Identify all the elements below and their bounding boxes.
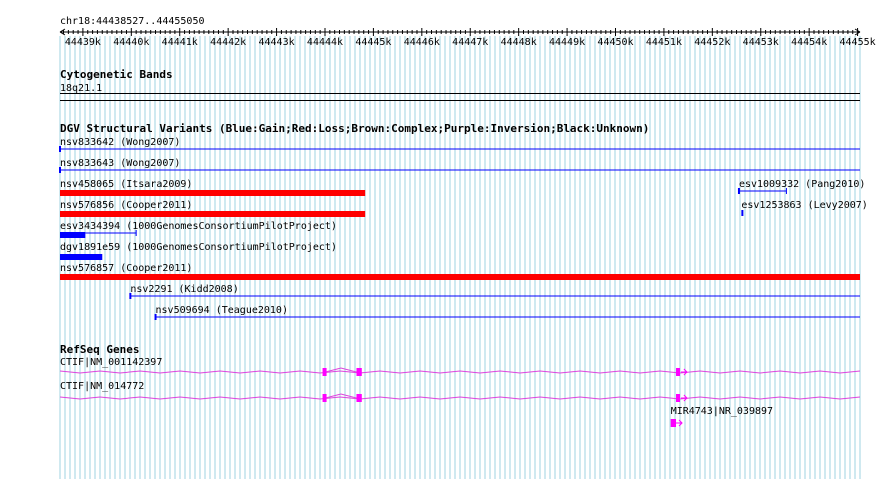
gene-exon <box>670 419 677 427</box>
gene-exon <box>322 394 327 402</box>
ruler-tick-label: 44451k <box>646 37 682 48</box>
gene-strand-arrow <box>680 368 688 376</box>
dgv-feature-tick <box>741 210 744 216</box>
dgv-feature-label: nsv576857 (Cooper2011) <box>60 263 192 274</box>
ruler-tick-label: 44444k <box>307 37 343 48</box>
ruler-tick-label: 44447k <box>452 37 488 48</box>
dgv-feature-label: esv3434394 (1000GenomesConsortiumPilotPr… <box>60 221 337 232</box>
dgv-feature-label: nsv833643 (Wong2007) <box>60 158 180 169</box>
gene-exon <box>676 368 681 376</box>
ruler-tick-label: 44453k <box>743 37 779 48</box>
cytoband-track-title: Cytogenetic Bands <box>60 68 173 81</box>
gene-label: CTIF|NM_014772 <box>60 381 144 392</box>
ruler-tick-label: 44441k <box>162 37 198 48</box>
ruler-tick-label: 44449k <box>549 37 585 48</box>
dgv-feature-label: nsv576856 (Cooper2011) <box>60 200 192 211</box>
ruler-tick-label: 44443k <box>259 37 295 48</box>
dgv-feature-label: nsv509694 (Teague2010) <box>156 305 288 316</box>
gene-exon <box>676 394 681 402</box>
dgv-track: DGV Structural Variants (Blue:Gain;Red:L… <box>59 122 868 320</box>
ruler-tick-label: 44448k <box>501 37 537 48</box>
dgv-loss-bar <box>60 190 366 196</box>
dgv-loss-bar <box>60 211 366 217</box>
ruler-tick-label: 44450k <box>597 37 633 48</box>
ruler-tick-label: 44455k <box>840 37 876 48</box>
dgv-feature-label: nsv2291 (Kidd2008) <box>130 284 238 295</box>
cytoband-track-bottom-line <box>60 100 860 101</box>
gene-label: CTIF|NM_001142397 <box>60 357 162 368</box>
dgv-feature-label: nsv458065 (Itsara2009) <box>60 179 192 190</box>
dgv-track-title: DGV Structural Variants (Blue:Gain;Red:L… <box>60 122 649 135</box>
dgv-loss-bar <box>60 274 860 280</box>
ruler-tick-label: 44439k <box>65 37 101 48</box>
location-label: chr18:44438527..44455050 <box>60 16 205 27</box>
gene-exon <box>322 368 327 376</box>
ruler-tick-label: 44452k <box>694 37 730 48</box>
genome-browser-panel: chr18:44438527..44455050 44439k 44440k 444… <box>59 16 876 479</box>
coordinate-ruler: chr18:44438527..44455050 44439k 44440k 444… <box>59 16 876 48</box>
dgv-gain-bar <box>60 254 103 260</box>
ruler-tick-label: 44446k <box>404 37 440 48</box>
dgv-feature-label: nsv833642 (Wong2007) <box>60 137 180 148</box>
dgv-feature-label: esv1009332 (Pang2010) <box>739 179 865 190</box>
gene-label: MIR4743|NR_039897 <box>671 406 773 417</box>
cytoband-label: 18q21.1 <box>60 83 102 94</box>
dgv-feature-label: esv1253863 (Levy2007) <box>741 200 867 211</box>
gene-exon <box>356 394 362 402</box>
dgv-feature-label: dgv1891e59 (1000GenomesConsortiumPilotPr… <box>60 242 337 253</box>
gene-strand-arrow <box>676 419 683 427</box>
ruler-tick-label: 44454k <box>791 37 827 48</box>
ruler-tick-label: 44442k <box>210 37 246 48</box>
gene-exon <box>356 368 362 376</box>
gene-strand-arrow <box>680 394 688 402</box>
ruler-tick-label: 44440k <box>113 37 149 48</box>
dgv-gain-bar <box>60 232 86 238</box>
refseq-track-title: RefSeq Genes <box>60 343 139 356</box>
cytoband-bar <box>60 93 860 94</box>
ruler-tick-label: 44445k <box>355 37 391 48</box>
